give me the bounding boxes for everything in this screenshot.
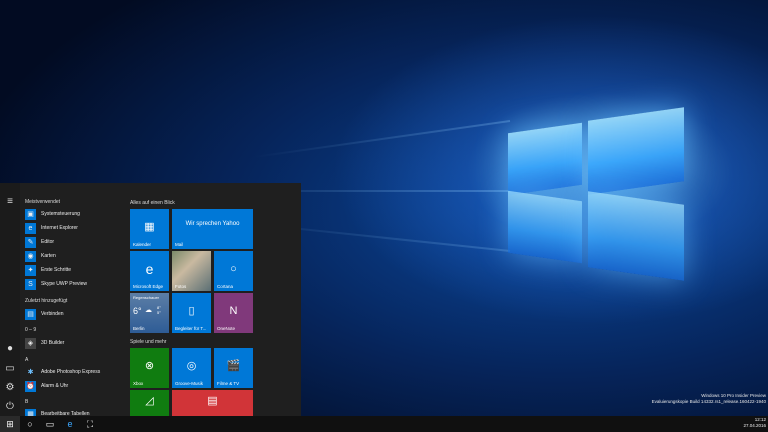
taskbar-edge[interactable]: e	[60, 416, 80, 432]
evaluation-watermark: Windows 10 Pro Insider Preview Evaluieru…	[651, 393, 766, 404]
news-icon: ▤	[207, 395, 218, 408]
cortana-circle-icon: ○	[27, 419, 33, 429]
tile-movies-tv[interactable]: 🎬 Filme & TV	[214, 348, 253, 388]
tile-edge[interactable]: e Microsoft Edge	[130, 251, 169, 291]
group-letter-b[interactable]: B	[25, 399, 28, 405]
start-rail: ≡ ● ▭ ⚙ ⏻	[0, 183, 20, 416]
tile-xbox[interactable]: ⊗ Xbox	[130, 348, 169, 388]
recent-heading: Zuletzt hinzugefügt	[25, 298, 68, 304]
tile-groove-music[interactable]: ◎ Groove-Musik	[172, 348, 211, 388]
photoshop-icon: ✱	[25, 366, 36, 378]
app-alarm-clock[interactable]: ⏰ Alarm & Uhr	[25, 380, 125, 392]
group-letter-0-9[interactable]: 0 – 9	[25, 327, 36, 333]
app-maps[interactable]: ◉ Karten	[25, 250, 125, 262]
power-icon[interactable]: ⏻	[4, 401, 16, 413]
edge-icon: e	[145, 261, 154, 277]
calendar-icon: ▦	[144, 221, 155, 233]
edge-icon: e	[67, 419, 73, 429]
tiles-group-title-2: Spiele und mehr	[130, 339, 167, 345]
tile-news[interactable]: ▤	[172, 390, 253, 416]
windows-logo-pane-tr	[588, 107, 684, 195]
most-used-heading: Meistverwendet	[25, 199, 61, 205]
app-connect[interactable]: ▤ Verbinden	[25, 308, 125, 320]
phone-companion-icon: ▯	[188, 305, 195, 317]
taskbar: ⊞ ○ ▭ e ⛶ 12:12 27.04.2016	[0, 416, 768, 432]
get-started-icon: ✦	[25, 264, 36, 276]
app-get-started[interactable]: ✦ Erste Schritte	[25, 264, 125, 276]
notepad-icon: ✎	[25, 236, 36, 248]
onenote-icon: N	[229, 305, 238, 317]
tile-cortana[interactable]: ○ Cortana	[214, 251, 253, 291]
user-avatar-icon[interactable]: ●	[4, 343, 16, 355]
task-view-icon: ▭	[45, 419, 55, 429]
start-menu: ≡ ● ▭ ⚙ ⏻ Meistverwendet ▣ Systemsteuerun…	[0, 183, 301, 420]
windows-logo-pane-br	[588, 191, 684, 281]
connect-icon: ▤	[25, 308, 36, 320]
chart-icon: ◿	[145, 395, 154, 408]
app-control-panel[interactable]: ▣ Systemsteuerung	[25, 208, 125, 220]
xbox-icon: ⊗	[144, 360, 155, 372]
internet-explorer-icon: e	[25, 222, 36, 234]
weather-cloud-icon: ☁	[145, 307, 152, 314]
tile-mail[interactable]: Wir sprechen Yahoo Mail	[172, 209, 253, 249]
tile-weather[interactable]: Regenschauer 6° ☁ 8° 5° Berlin	[130, 293, 169, 333]
tile-money[interactable]: ◿	[130, 390, 169, 416]
start-button[interactable]: ⊞	[0, 416, 20, 432]
clock[interactable]: 12:12 27.04.2016	[743, 417, 766, 429]
app-photoshop-express[interactable]: ✱ Adobe Photoshop Express	[25, 366, 125, 378]
group-letter-a[interactable]: A	[25, 357, 28, 363]
groove-music-icon: ◎	[186, 360, 197, 372]
cortana-search-button[interactable]: ○	[20, 416, 40, 432]
cortana-icon: ○	[230, 263, 237, 275]
tile-area: Alles auf einen Blick ▦ Kalender Wir spr…	[130, 183, 300, 416]
movies-tv-icon: 🎬	[226, 360, 241, 372]
tiles-group-title-1: Alles auf einen Blick	[130, 200, 175, 206]
app-3d-builder[interactable]: ◈ 3D Builder	[25, 337, 125, 349]
file-explorer-icon[interactable]: ▭	[4, 363, 16, 375]
hamburger-menu-icon[interactable]: ≡	[4, 196, 16, 208]
tile-photos[interactable]: Fotos	[172, 251, 211, 291]
tile-calendar[interactable]: ▦ Kalender	[130, 209, 169, 249]
control-panel-icon: ▣	[25, 208, 36, 220]
tile-phone-companion[interactable]: ▯ Begleiter für T...	[172, 293, 211, 333]
task-view-button[interactable]: ▭	[40, 416, 60, 432]
maps-icon: ◉	[25, 250, 36, 262]
skype-icon: S	[25, 278, 36, 290]
tile-onenote[interactable]: N OneNote	[214, 293, 253, 333]
windows-logo-pane-tl	[508, 122, 582, 196]
alarm-icon: ⏰	[25, 380, 36, 392]
windows-start-icon: ⊞	[6, 419, 14, 429]
app-skype[interactable]: S Skype UWP Preview	[25, 278, 125, 290]
3d-builder-icon: ◈	[25, 337, 36, 349]
app-editor[interactable]: ✎ Editor	[25, 236, 125, 248]
windows-logo-pane-bl	[508, 190, 582, 264]
app-internet-explorer[interactable]: e Internet Explorer	[25, 222, 125, 234]
store-bag-icon: ⛶	[86, 419, 94, 429]
taskbar-store[interactable]: ⛶	[80, 416, 100, 432]
settings-gear-icon[interactable]: ⚙	[4, 382, 16, 394]
app-list: Meistverwendet ▣ Systemsteuerung e Interne…	[20, 183, 125, 420]
